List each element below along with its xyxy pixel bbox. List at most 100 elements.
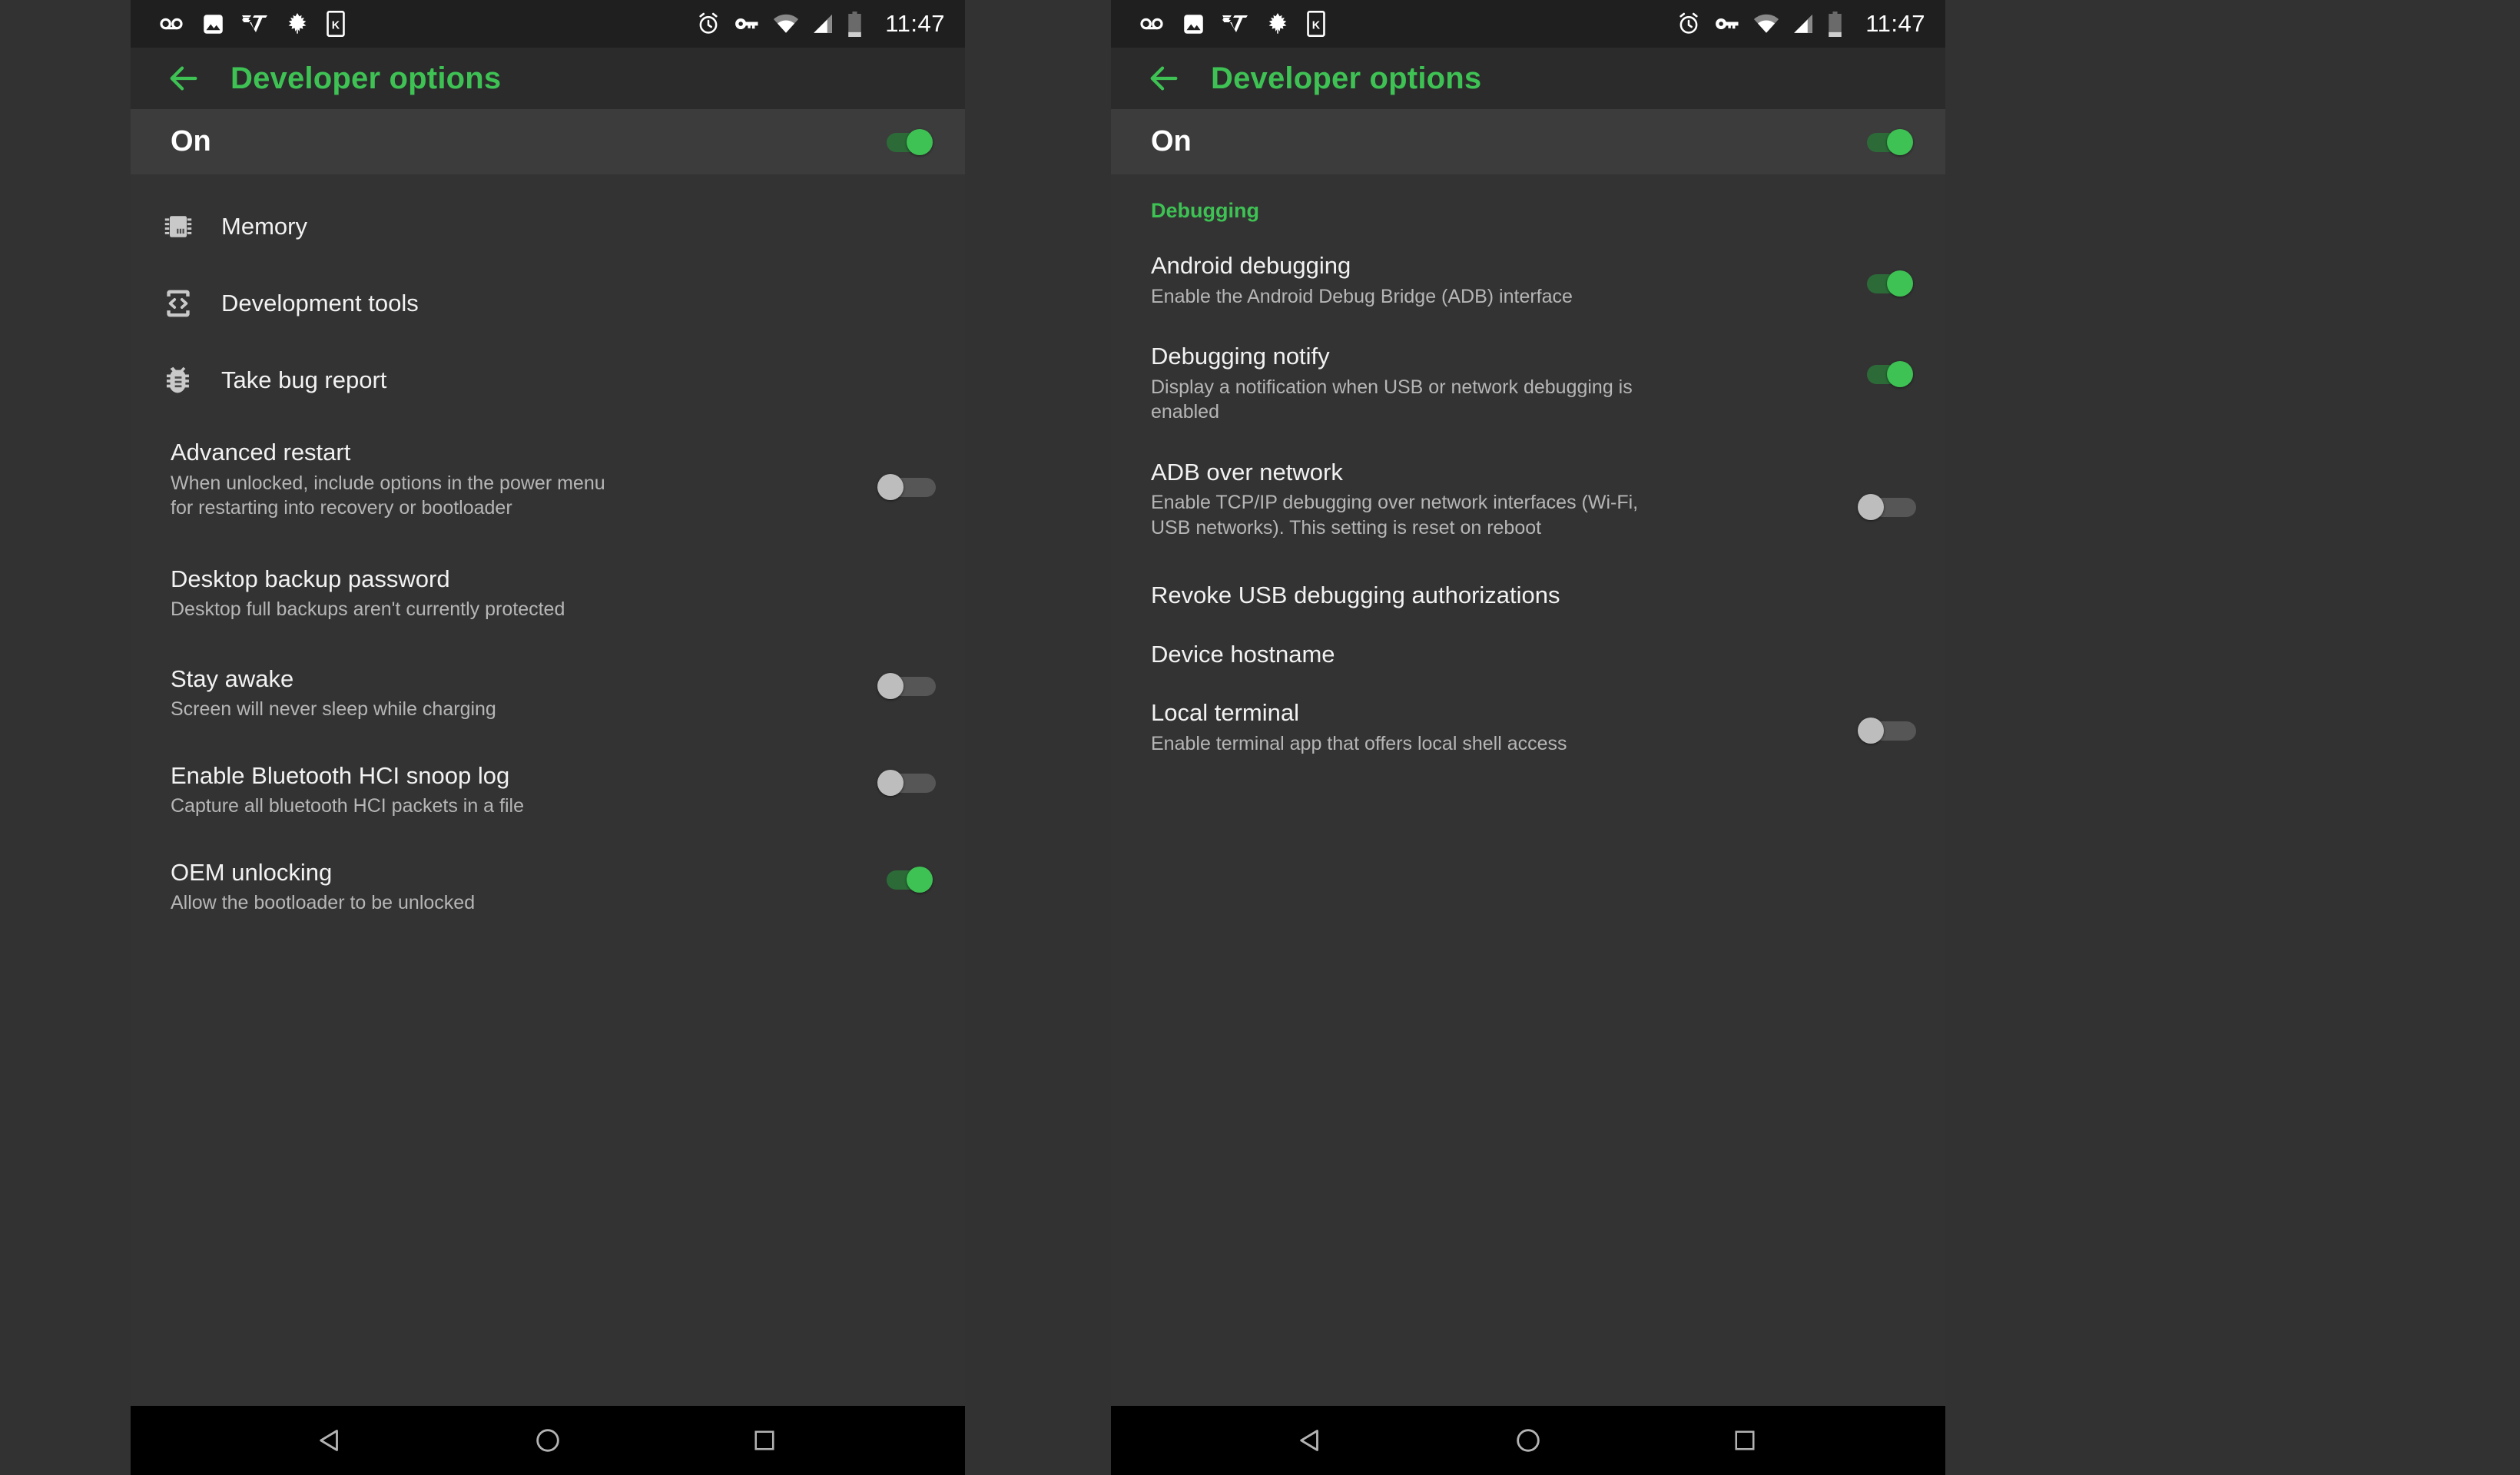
list-item-title: ADB over network <box>1151 458 1343 486</box>
leaf-icon <box>288 13 307 34</box>
advanced-restart-toggle[interactable] <box>877 474 936 500</box>
list-item-title: Debugging notify <box>1151 343 1330 370</box>
list-item-text: Stay awake Screen will never sleep while… <box>171 665 859 722</box>
list-item-stay-awake[interactable]: Stay awake Screen will never sleep while… <box>131 639 965 739</box>
v-logo-icon <box>1222 15 1248 32</box>
list-item-text: Desktop backup password Desktop full bac… <box>171 565 933 622</box>
settings-list-left[interactable]: Memory Development tools Take bug report <box>131 174 965 1406</box>
list-item-control <box>877 866 933 893</box>
list-item-title: Take bug report <box>221 366 387 393</box>
list-item-take-bug-report[interactable]: Take bug report <box>131 342 965 419</box>
nav-recents-button[interactable] <box>738 1414 791 1467</box>
status-clock: 11:47 <box>885 10 945 37</box>
bug-report-icon <box>154 356 203 405</box>
key-icon <box>735 18 758 30</box>
status-icons-left: K <box>1139 11 1325 37</box>
list-item-text: Take bug report <box>221 366 933 395</box>
master-label: On <box>1151 125 1192 157</box>
local-terminal-toggle[interactable] <box>1858 718 1916 744</box>
home-circle-icon <box>1517 1429 1540 1452</box>
status-bar-left: K 11:47 <box>131 0 965 48</box>
alarm-icon <box>1679 12 1698 34</box>
list-item-subtitle: Display a notification when USB or netwo… <box>1151 376 1633 423</box>
android-debugging-toggle[interactable] <box>1858 270 1913 297</box>
toggle-thumb <box>907 128 933 155</box>
toggle-thumb <box>1887 270 1913 297</box>
action-bar-right: Developer options <box>1111 48 1945 109</box>
adb-over-network-toggle[interactable] <box>1858 493 1916 520</box>
list-item-title: OEM unlocking <box>171 858 333 886</box>
developer-options-master-row[interactable]: On <box>1111 109 1945 174</box>
list-item-text: Development tools <box>221 290 933 318</box>
list-item-desktop-backup-password[interactable]: Desktop backup password Desktop full bac… <box>131 544 965 639</box>
nav-home-button[interactable] <box>1501 1414 1555 1467</box>
oem-unlocking-toggle[interactable] <box>877 866 933 893</box>
list-item-android-debugging[interactable]: Android debugging Enable the Android Deb… <box>1111 232 1945 309</box>
back-button[interactable] <box>1140 55 1188 102</box>
list-item-text: Android debugging Enable the Android Deb… <box>1151 252 1839 309</box>
developer-options-master-row[interactable]: On <box>131 109 965 174</box>
phone-screen-left: K 11:47 Developer options On Memory Deve… <box>131 0 965 1475</box>
toggle-thumb <box>1858 493 1884 520</box>
list-item-subtitle: Screen will never sleep while charging <box>171 698 496 721</box>
list-item-title: Device hostname <box>1151 640 1335 668</box>
list-item-oem-unlocking[interactable]: OEM unlocking Allow the bootloader to be… <box>131 836 965 933</box>
page-title: Developer options <box>230 61 502 95</box>
battery-icon <box>848 11 861 37</box>
list-item-subtitle: Enable TCP/IP debugging over network int… <box>1151 492 1639 539</box>
page-title: Developer options <box>1211 61 1482 95</box>
list-item-control <box>1858 270 1913 297</box>
development-tools-icon <box>154 279 203 328</box>
nav-back-button[interactable] <box>1285 1414 1338 1467</box>
list-item-adb-over-network[interactable]: ADB over network Enable TCP/IP debugging… <box>1111 425 1945 541</box>
list-item-advanced-restart[interactable]: Advanced restart When unlocked, include … <box>131 419 965 544</box>
photo-icon <box>1184 14 1203 34</box>
list-item-device-hostname[interactable]: Device hostname <box>1111 610 1945 669</box>
nav-back-button[interactable] <box>304 1414 358 1467</box>
stay-awake-toggle[interactable] <box>877 672 936 699</box>
memory-chip-icon <box>154 202 203 251</box>
toggle-thumb <box>1887 361 1913 388</box>
photo-icon <box>204 14 223 34</box>
list-item-text: Memory <box>221 213 933 241</box>
back-triangle-icon <box>1300 1430 1318 1451</box>
settings-list-right[interactable]: Debugging Android debugging Enable the A… <box>1111 174 1945 1406</box>
list-item-title: Android debugging <box>1151 252 1351 279</box>
list-item-title: Revoke USB debugging authorizations <box>1151 582 1560 609</box>
list-item-control <box>1858 718 1916 744</box>
svg-text:K: K <box>1312 20 1321 32</box>
list-item-title: Memory <box>221 212 307 240</box>
debugging-notify-toggle[interactable] <box>1858 361 1913 388</box>
list-item-bluetooth-hci-snoop-log[interactable]: Enable Bluetooth HCI snoop log Capture a… <box>131 739 965 836</box>
list-item-title: Enable Bluetooth HCI snoop log <box>171 761 510 789</box>
key-icon <box>1716 18 1739 30</box>
list-item-debugging-notify[interactable]: Debugging notify Display a notification … <box>1111 309 1945 425</box>
right-gutter <box>1945 0 2520 1475</box>
status-icons-left: K <box>158 11 345 37</box>
wifi-icon <box>774 14 799 33</box>
list-item-title: Development tools <box>221 289 419 317</box>
list-item-title: Desktop backup password <box>171 565 450 592</box>
nav-home-button[interactable] <box>521 1414 575 1467</box>
list-item-local-terminal[interactable]: Local terminal Enable terminal app that … <box>1111 668 1945 756</box>
wifi-icon <box>1754 14 1779 33</box>
status-icons-right: 11:47 <box>696 10 945 38</box>
list-item-memory[interactable]: Memory <box>131 188 965 265</box>
list-item-control <box>1858 361 1913 388</box>
alarm-icon <box>699 12 718 34</box>
bluetooth-hci-snoop-log-toggle[interactable] <box>877 769 936 796</box>
list-item-revoke-usb-debugging-authorizations[interactable]: Revoke USB debugging authorizations <box>1111 540 1945 610</box>
list-item-development-tools[interactable]: Development tools <box>131 265 965 342</box>
middle-gutter <box>965 0 1111 1475</box>
list-item-text: OEM unlocking Allow the bootloader to be… <box>171 859 859 916</box>
back-button[interactable] <box>160 55 207 102</box>
toggle-thumb <box>877 769 904 796</box>
list-item-subtitle: Allow the bootloader to be unlocked <box>171 892 476 914</box>
list-item-text: ADB over network Enable TCP/IP debugging… <box>1151 459 1839 541</box>
arrow-left-icon <box>1150 66 1178 91</box>
master-toggle[interactable] <box>877 128 933 155</box>
list-item-text: Local terminal Enable terminal app that … <box>1151 699 1839 756</box>
nav-recents-button[interactable] <box>1718 1414 1772 1467</box>
master-toggle[interactable] <box>1858 128 1913 155</box>
list-item-control <box>1858 493 1916 520</box>
